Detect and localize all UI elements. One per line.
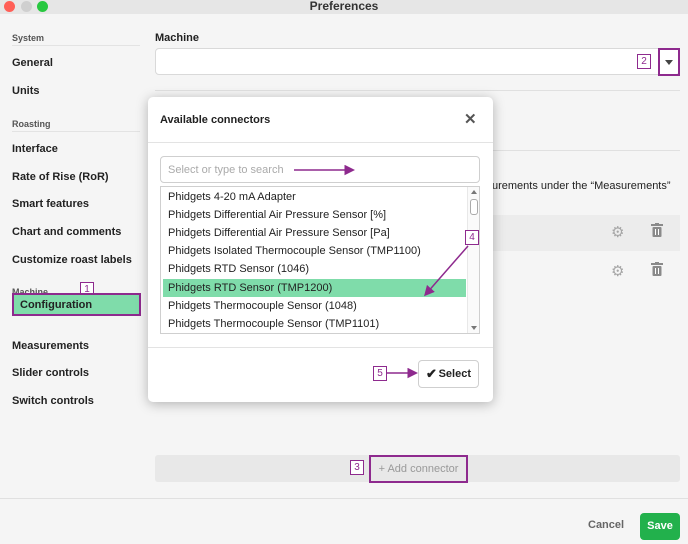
sidebar-section-roasting: Roasting [12,119,51,129]
divider [155,90,680,91]
sidebar-divider [12,45,140,46]
list-item[interactable]: Phidgets Differential Air Pressure Senso… [163,206,466,224]
add-connector-label: Add connector [387,463,459,475]
measurements-hint-text: urements under the “Measurements” [492,180,671,192]
list-item[interactable]: Phidgets RTD Sensor (1046) [163,260,466,278]
sidebar-item-measurements[interactable]: Measurements [12,340,89,352]
footer-divider [0,498,688,499]
sidebar-item-ror[interactable]: Rate of Rise (RoR) [12,171,109,183]
dialog-divider [148,142,493,143]
scroll-down-icon[interactable] [471,326,477,330]
sidebar-item-slider-controls[interactable]: Slider controls [12,367,89,379]
sidebar-item-smart-features[interactable]: Smart features [12,198,89,210]
sidebar-item-label: Configuration [20,299,93,311]
gear-icon[interactable]: ⚙ [611,262,624,280]
select-label: Select [438,368,471,380]
save-button[interactable]: Save [640,513,680,540]
sidebar-divider [12,131,140,132]
window-title: Preferences [309,0,379,13]
machine-select[interactable] [155,48,680,75]
chevron-down-icon [665,60,673,65]
sidebar-item-units[interactable]: Units [12,85,40,97]
sidebar-item-configuration[interactable]: Configuration [12,293,141,316]
list-item[interactable]: Phidgets Thermocouple Sensor (TMP1101) [163,315,466,333]
scroll-up-icon[interactable] [471,190,477,194]
sidebar-section-system: System [12,33,45,43]
gear-icon[interactable]: ⚙ [611,223,624,241]
check-icon: ✔ [426,366,437,381]
annotation-4: 4 [465,230,479,245]
dialog-divider [148,347,493,348]
sidebar-item-general[interactable]: General [12,57,53,69]
close-icon[interactable]: ✕ [464,110,477,128]
list-item[interactable]: Phidgets Thermocouple Sensor (1048) [163,297,466,315]
connector-list[interactable]: Phidgets 4-20 mA Adapter Phidgets Differ… [160,186,480,334]
trash-icon[interactable] [651,223,663,241]
list-item[interactable]: Phidgets 4-20 mA Adapter [163,188,466,206]
select-button[interactable]: ✔ Select [418,360,479,388]
sidebar-item-interface[interactable]: Interface [12,143,58,155]
connector-search-input[interactable] [160,156,480,183]
list-item-selected[interactable]: Phidgets RTD Sensor (TMP1200) [163,279,466,297]
dialog-title: Available connectors [160,114,271,126]
machine-dropdown-button[interactable] [658,48,680,76]
list-item[interactable]: Phidgets Differential Air Pressure Senso… [163,224,466,242]
title-bar: Preferences [0,0,688,14]
trash-icon[interactable] [651,262,663,280]
annotation-3: 3 [350,460,364,475]
machine-label: Machine [155,32,200,44]
list-scrollbar[interactable] [467,187,479,333]
sidebar-item-roast-labels[interactable]: Customize roast labels [12,254,132,266]
annotation-5: 5 [373,366,387,381]
available-connectors-dialog: Available connectors ✕ Phidgets 4-20 mA … [148,97,493,402]
add-connector-button[interactable]: + Add connector [369,455,468,483]
cancel-button[interactable]: Cancel [588,519,624,531]
sidebar-item-chart-comments[interactable]: Chart and comments [12,226,121,238]
list-item[interactable]: Phidgets Isolated Thermocouple Sensor (T… [163,242,466,260]
plus-icon: + [378,463,386,475]
annotation-2: 2 [637,54,651,69]
sidebar-item-switch-controls[interactable]: Switch controls [12,395,94,407]
scroll-thumb[interactable] [470,199,478,215]
